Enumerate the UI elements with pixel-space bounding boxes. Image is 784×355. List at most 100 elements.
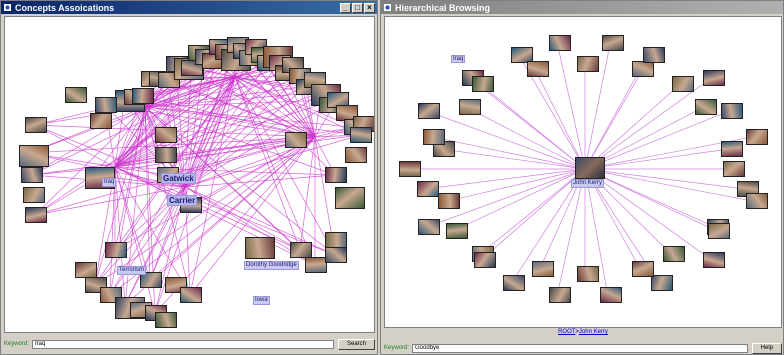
hierarchy-edge <box>584 69 641 170</box>
child-node-thumbnail[interactable] <box>549 287 572 304</box>
maximize-button[interactable]: □ <box>352 2 363 13</box>
child-node-thumbnail[interactable] <box>577 265 599 282</box>
concept-node-thumbnail[interactable] <box>90 113 112 129</box>
concept-node-thumbnail[interactable] <box>345 147 367 163</box>
child-node-thumbnail[interactable] <box>695 99 718 116</box>
child-node-thumbnail[interactable] <box>722 161 745 177</box>
child-node-thumbnail[interactable] <box>721 102 744 119</box>
child-node-thumbnail[interactable] <box>418 102 441 119</box>
concept-node-thumbnail[interactable] <box>290 242 312 258</box>
child-node-thumbnail[interactable] <box>721 140 744 157</box>
search-button[interactable]: Search <box>337 338 375 350</box>
association-edge <box>299 136 316 251</box>
concept-node-thumbnail[interactable] <box>325 232 347 248</box>
child-node-thumbnail[interactable] <box>672 76 695 93</box>
concept-node-thumbnail[interactable] <box>285 132 307 148</box>
hierarchy-edge <box>426 110 586 170</box>
child-node-thumbnail[interactable] <box>399 161 421 177</box>
child-node-thumbnail[interactable] <box>549 34 572 51</box>
child-node-thumbnail[interactable] <box>632 260 654 277</box>
concept-node-thumbnail[interactable] <box>305 257 327 273</box>
keyword-input[interactable] <box>412 343 748 353</box>
concept-node-thumbnail[interactable] <box>25 207 47 223</box>
keyword-label: Keyword: <box>384 345 410 351</box>
concept-label-carrier[interactable]: Carrier <box>167 195 198 206</box>
concept-node-thumbnail[interactable] <box>180 287 202 303</box>
app-icon <box>383 3 392 12</box>
child-node-thumbnail[interactable] <box>422 128 445 145</box>
concept-node-thumbnail[interactable] <box>25 117 47 133</box>
child-node-thumbnail[interactable] <box>662 245 685 262</box>
concepts-associations-window: Concepts Assoications _ □ × Iraq Gatwick… <box>0 0 378 355</box>
child-node-thumbnail[interactable] <box>503 275 526 292</box>
keyword-bar: Keyword: Search <box>4 337 375 351</box>
child-node-thumbnail[interactable] <box>438 193 461 210</box>
concept-node-thumbnail[interactable] <box>155 312 177 328</box>
hierarchy-edge <box>584 110 730 170</box>
breadcrumb-current[interactable]: John Kerry <box>579 329 608 335</box>
concept-node-thumbnail[interactable] <box>132 88 155 105</box>
title-bar[interactable]: Concepts Assoications _ □ × <box>1 1 377 14</box>
concept-node-thumbnail[interactable] <box>75 262 97 278</box>
concept-label-iowa[interactable]: Iowa <box>253 296 270 305</box>
child-node-thumbnail[interactable] <box>746 128 769 145</box>
hierarchy-edge <box>584 148 730 170</box>
child-node-thumbnail[interactable] <box>417 181 439 198</box>
breadcrumb: ROOT>John Kerry <box>381 329 784 335</box>
concept-node-thumbnail[interactable] <box>105 242 127 258</box>
child-node-thumbnail[interactable] <box>531 260 554 277</box>
concept-node-thumbnail[interactable] <box>350 127 372 143</box>
association-edge <box>189 136 316 296</box>
center-node-thumbnail[interactable] <box>575 157 605 179</box>
concept-node-thumbnail[interactable] <box>245 237 275 259</box>
child-node-thumbnail[interactable] <box>643 46 666 63</box>
concept-label-terrorism[interactable]: Terrorism <box>117 266 146 275</box>
child-node-thumbnail[interactable] <box>746 193 769 210</box>
hierarchy-graph-canvas[interactable]: Iraq John Kerry <box>384 16 782 328</box>
child-node-thumbnail[interactable] <box>702 251 725 268</box>
child-node-thumbnail[interactable] <box>708 222 731 239</box>
breadcrumb-root[interactable]: ROOT <box>558 329 575 335</box>
child-node-thumbnail[interactable] <box>577 56 599 73</box>
concept-label-gatwick[interactable]: Gatwick <box>161 173 196 184</box>
concept-node-thumbnail[interactable] <box>23 187 45 203</box>
association-edge <box>184 186 301 251</box>
concept-label-iraq[interactable]: Iraq <box>102 178 117 187</box>
child-node-thumbnail[interactable] <box>702 70 725 87</box>
title-bar[interactable]: Hierarchical Browsing <box>381 1 783 14</box>
child-node-thumbnail[interactable] <box>602 34 625 51</box>
concept-label-dorothy-goodridge[interactable]: Dorothy Goodridge <box>244 261 299 270</box>
keyword-input[interactable] <box>32 339 334 349</box>
center-node-label[interactable]: John Kerry <box>571 179 605 188</box>
hierarchy-edge <box>424 168 586 190</box>
child-node-thumbnail[interactable] <box>632 61 654 78</box>
concept-node-thumbnail[interactable] <box>95 97 117 113</box>
concept-graph-canvas[interactable]: Iraq Gatwick Carrier Terrorism Iowa Doro… <box>4 16 375 333</box>
concept-node-thumbnail[interactable] <box>325 167 347 183</box>
hierarchical-browsing-window: Hierarchical Browsing Iraq John Kerry RO… <box>380 0 784 355</box>
child-node-thumbnail[interactable] <box>418 219 441 236</box>
child-node-thumbnail[interactable] <box>472 76 495 93</box>
window-title: Concepts Assoications <box>15 2 115 13</box>
hierarchy-edge <box>446 168 586 202</box>
child-node-thumbnail[interactable] <box>458 99 481 116</box>
child-node-thumbnail[interactable] <box>650 275 673 292</box>
concept-node-thumbnail[interactable] <box>335 187 365 209</box>
concept-node-thumbnail[interactable] <box>325 247 347 263</box>
child-node-thumbnail[interactable] <box>526 61 549 78</box>
child-node-thumbnail[interactable] <box>473 251 496 268</box>
concept-node-thumbnail[interactable] <box>155 147 177 163</box>
minimize-button[interactable]: _ <box>340 2 351 13</box>
close-button[interactable]: × <box>364 2 375 13</box>
child-node-thumbnail[interactable] <box>599 287 622 304</box>
concept-label-iraq[interactable]: Iraq <box>451 55 466 63</box>
child-node-thumbnail[interactable] <box>445 222 468 239</box>
hierarchy-edge <box>534 69 586 170</box>
concept-node-thumbnail[interactable] <box>19 145 49 167</box>
concept-node-thumbnail[interactable] <box>155 127 177 143</box>
help-button[interactable]: Help <box>751 342 782 354</box>
concept-node-thumbnail[interactable] <box>65 87 87 103</box>
concept-node-thumbnail[interactable] <box>21 167 43 183</box>
window-title: Hierarchical Browsing <box>395 2 491 13</box>
keyword-bar: Keyword: Help <box>384 341 782 355</box>
